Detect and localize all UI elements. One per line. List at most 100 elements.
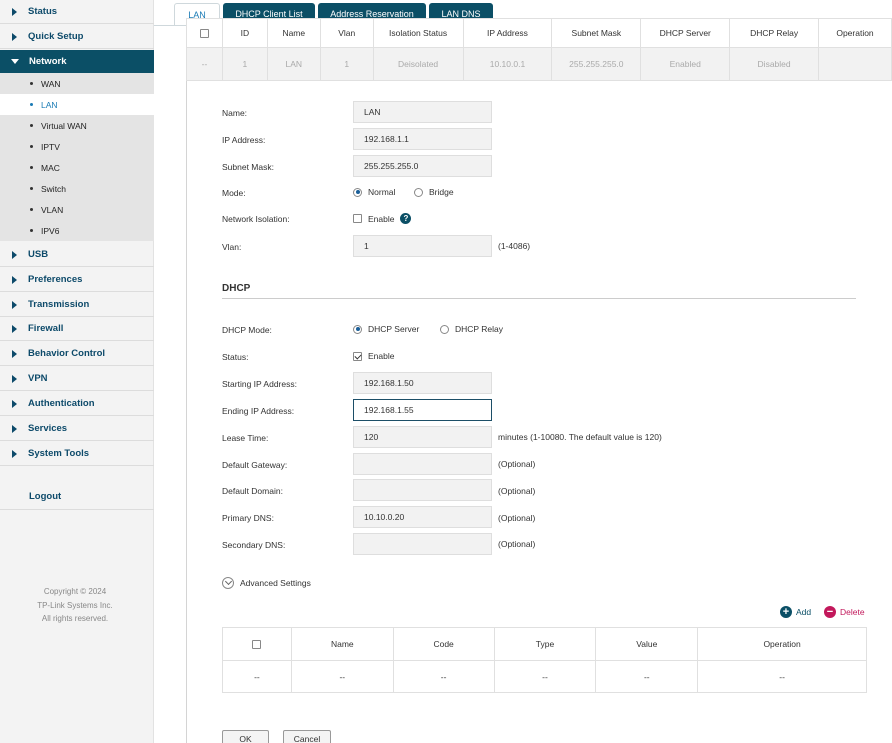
column-header: ID	[221, 18, 268, 48]
section-title: DHCP	[222, 283, 251, 294]
table-cell: 1	[319, 47, 374, 81]
caret-down-icon	[11, 59, 19, 64]
starting-ip-field[interactable]: 192.168.1.50	[353, 372, 492, 394]
vlan-label: Vlan:	[222, 242, 242, 252]
table-header-row: Name Code Type Value Operation	[222, 627, 867, 661]
select-all-checkbox[interactable]	[252, 640, 262, 650]
sidebar: Status Quick Setup Network WAN LAN Virtu…	[0, 0, 154, 743]
delete-button[interactable]: − Delete	[824, 606, 865, 618]
subnav-switch[interactable]: Switch	[0, 178, 154, 199]
name-field[interactable]: LAN	[353, 101, 492, 123]
status-enable-checkbox[interactable]: Enable	[353, 351, 394, 361]
ending-ip-field[interactable]: 192.168.1.55	[353, 399, 492, 421]
status-label: Status:	[222, 352, 249, 362]
table-cell: 10.10.0.1	[462, 47, 553, 81]
nav-system-tools[interactable]: System Tools	[0, 442, 154, 466]
column-header: Name	[290, 627, 394, 661]
table-cell: --	[595, 660, 699, 693]
radio-unchecked-icon[interactable]	[440, 324, 449, 334]
select-all-cell[interactable]	[222, 627, 292, 661]
nav-vpn[interactable]: VPN	[0, 367, 154, 391]
column-header: DHCP Relay	[729, 18, 820, 48]
table-cell: Deisolated	[372, 47, 464, 81]
default-gateway-label: Default Gateway:	[222, 460, 288, 470]
help-icon[interactable]: ?	[400, 213, 412, 224]
column-header: Name	[266, 18, 321, 48]
plus-icon: +	[780, 606, 792, 618]
nav-network[interactable]: Network	[0, 50, 154, 74]
checkbox-checked-icon[interactable]	[353, 351, 362, 361]
secondary-dns-field[interactable]	[353, 533, 492, 555]
lease-time-field[interactable]: 120	[353, 426, 492, 448]
nav-quick-setup[interactable]: Quick Setup	[0, 25, 154, 49]
logout-link[interactable]: Logout	[29, 491, 61, 502]
caret-right-icon	[12, 275, 17, 284]
default-gateway-hint: (Optional)	[498, 459, 536, 469]
column-header: Isolation Status	[372, 18, 464, 48]
lease-time-label: Lease Time:	[222, 433, 269, 443]
add-button[interactable]: + Add	[780, 606, 811, 618]
subnav-ipv6[interactable]: IPV6	[0, 220, 154, 241]
nav-services[interactable]: Services	[0, 417, 154, 441]
subnav-wan[interactable]: WAN	[0, 73, 154, 94]
dhcp-relay-radio[interactable]: DHCP Relay	[440, 324, 503, 334]
nav-authentication[interactable]: Authentication	[0, 392, 154, 416]
subnet-mask-field[interactable]: 255.255.255.0	[353, 155, 492, 177]
table-cell	[818, 47, 892, 81]
ip-address-field[interactable]: 192.168.1.1	[353, 128, 492, 150]
column-header: DHCP Server	[640, 18, 731, 48]
column-header: Value	[595, 627, 699, 661]
nav-behavior-control[interactable]: Behavior Control	[0, 342, 154, 366]
isolation-enable-checkbox[interactable]: Enable?	[353, 213, 412, 224]
default-gateway-field[interactable]	[353, 453, 492, 475]
cancel-button[interactable]: Cancel	[283, 730, 331, 743]
subnet-mask-label: Subnet Mask:	[222, 162, 274, 172]
subnav-iptv[interactable]: IPTV	[0, 136, 154, 157]
dhcp-option-table: Name Code Type Value Operation -- -- -- …	[222, 627, 867, 693]
chevron-down-icon	[222, 577, 234, 589]
bullet-icon	[30, 229, 33, 232]
advanced-settings-toggle[interactable]: Advanced Settings	[222, 577, 311, 589]
divider	[0, 509, 154, 510]
nav-firewall[interactable]: Firewall	[0, 317, 154, 341]
subnav-vlan[interactable]: VLAN	[0, 199, 154, 220]
starting-ip-label: Starting IP Address:	[222, 379, 297, 389]
primary-dns-field[interactable]: 10.10.0.20	[353, 506, 492, 528]
subnav-lan[interactable]: LAN	[0, 94, 154, 115]
lease-time-hint: minutes (1-10080. The default value is 1…	[498, 432, 662, 442]
nav-usb[interactable]: USB	[0, 243, 154, 267]
mode-normal-radio[interactable]: Normal	[353, 187, 395, 197]
name-label: Name:	[222, 108, 248, 118]
bullet-icon	[30, 187, 33, 190]
bullet-icon	[30, 166, 33, 169]
nav-transmission[interactable]: Transmission	[0, 293, 154, 317]
column-header: Operation	[818, 18, 892, 48]
dhcp-server-radio[interactable]: DHCP Server	[353, 324, 419, 334]
subnav-virtual-wan[interactable]: Virtual WAN	[0, 115, 154, 136]
bullet-icon	[30, 82, 33, 85]
mode-bridge-radio[interactable]: Bridge	[414, 187, 454, 197]
subnav-mac[interactable]: MAC	[0, 157, 154, 178]
primary-dns-label: Primary DNS:	[222, 513, 274, 523]
radio-unchecked-icon[interactable]	[414, 187, 423, 197]
nav-preferences[interactable]: Preferences	[0, 268, 154, 292]
checkbox-icon[interactable]	[353, 214, 362, 223]
table-row: -- -- -- -- -- --	[222, 660, 867, 693]
lan-table: ID Name Vlan Isolation Status IP Address…	[186, 18, 892, 81]
ok-button[interactable]: OK	[222, 730, 269, 743]
caret-right-icon	[12, 424, 17, 433]
nav-status[interactable]: Status	[0, 0, 154, 24]
table-row[interactable]: -- 1 LAN 1 Deisolated 10.10.0.1 255.255.…	[186, 47, 892, 81]
table-cell: 1	[221, 47, 268, 81]
table-cell: --	[222, 660, 292, 693]
column-header: Operation	[697, 627, 867, 661]
secondary-dns-hint: (Optional)	[498, 539, 536, 549]
select-all-checkbox[interactable]	[199, 29, 209, 39]
radio-checked-icon[interactable]	[353, 324, 362, 334]
radio-checked-icon[interactable]	[353, 187, 362, 197]
select-all-cell[interactable]	[186, 18, 223, 48]
caret-right-icon	[12, 7, 17, 16]
default-domain-label: Default Domain:	[222, 486, 283, 496]
default-domain-field[interactable]	[353, 479, 492, 501]
vlan-field[interactable]: 1	[353, 235, 492, 257]
